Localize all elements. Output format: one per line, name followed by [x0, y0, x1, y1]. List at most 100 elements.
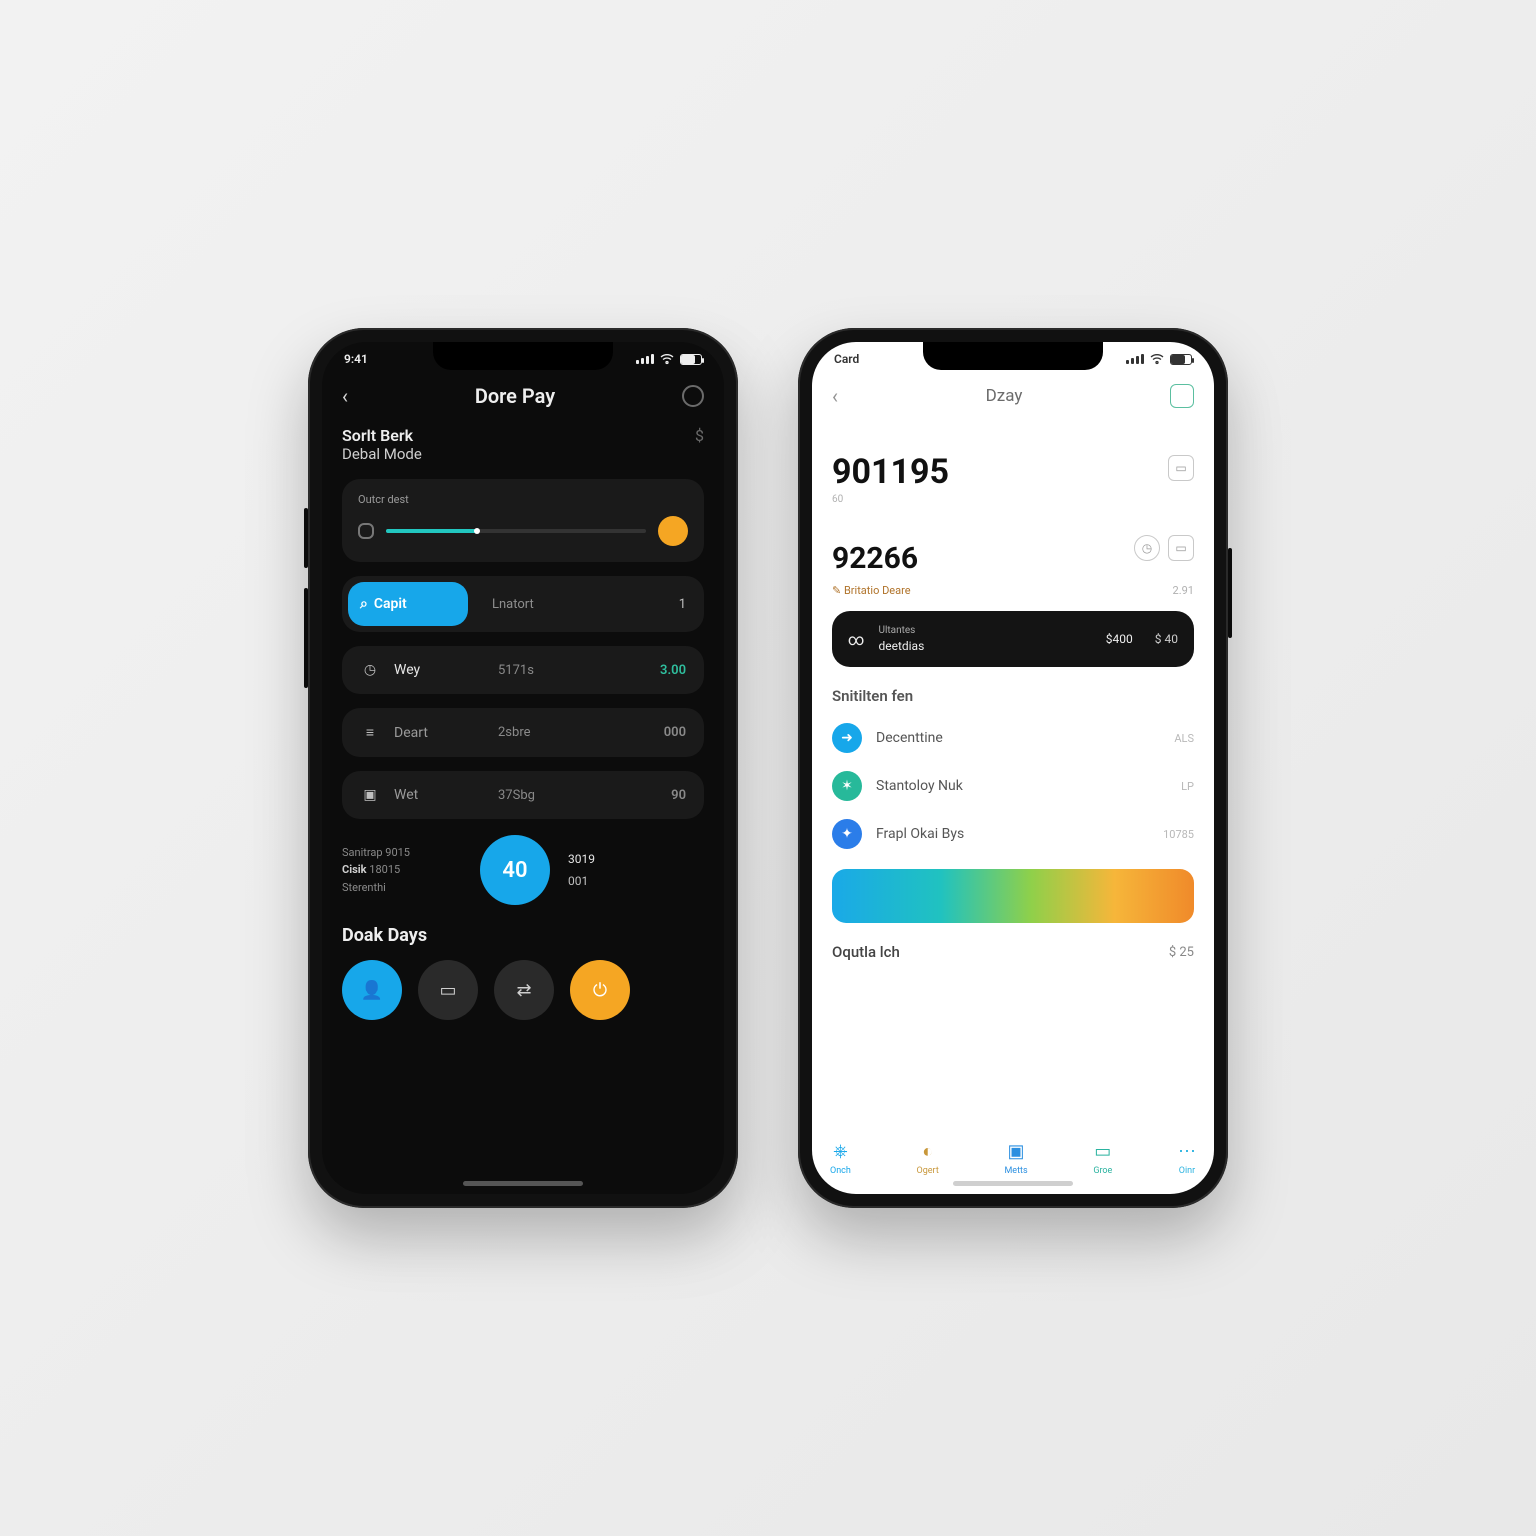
- list-item[interactable]: ➜ Decenttine ALS: [832, 723, 1194, 753]
- clock-icon[interactable]: ◷: [1134, 535, 1160, 561]
- row-value: 000: [664, 725, 686, 740]
- balance-primary-sub: 60: [832, 494, 949, 505]
- gradient-bar[interactable]: [832, 869, 1194, 923]
- item-label: Decenttine: [876, 730, 1160, 746]
- segment-active-label: Capit: [374, 596, 407, 612]
- clock-icon: ◷: [360, 662, 380, 678]
- metrics-line: Cisik: [342, 863, 367, 876]
- segment-active[interactable]: ⌕ Capit: [348, 582, 468, 626]
- sub-caption: ✎ Britatio Deare: [832, 584, 911, 597]
- settings-icon[interactable]: [1170, 384, 1194, 408]
- item-label: Stantoloy Nuk: [876, 778, 1167, 794]
- metrics-line: Sanitrap 9015: [342, 844, 462, 862]
- card-amount: $ 40: [1155, 632, 1178, 646]
- card-top-label: Ultantes: [878, 625, 924, 636]
- balance-secondary: 92266: [832, 541, 918, 576]
- back-icon[interactable]: ‹: [832, 384, 838, 408]
- segmented-control: ⌕ Capit Lnatort 1: [342, 576, 704, 632]
- phone-dark: 9:41 ‹ Dore Pay Sorlt Berk Debal Mode $: [308, 328, 738, 1208]
- slider-label: Outcr dest: [358, 493, 688, 506]
- section-title: Snitilten fen: [832, 687, 1194, 705]
- metric-bubble[interactable]: 40: [480, 835, 550, 905]
- tab-more[interactable]: ⋯Oinr: [1178, 1141, 1196, 1176]
- home-indicator[interactable]: [953, 1181, 1073, 1186]
- card-icon[interactable]: ▭: [1168, 455, 1194, 481]
- slider-card: Outcr dest: [342, 479, 704, 562]
- quick-btn-profile[interactable]: 👤: [342, 960, 402, 1020]
- quick-btn-card[interactable]: ▭: [418, 960, 478, 1020]
- menu-icon: ≡: [360, 724, 380, 741]
- metrics-line: 18015: [369, 863, 400, 876]
- tab-wallet[interactable]: ◐Ogert: [917, 1141, 939, 1176]
- tab-stats[interactable]: ▣Metts: [1004, 1141, 1027, 1176]
- card-icon[interactable]: ▭: [1168, 535, 1194, 561]
- list-row-1[interactable]: ◷ Wey 5171s 3.00: [342, 646, 704, 694]
- item-icon: ✦: [832, 819, 862, 849]
- status-time: Card: [834, 352, 859, 366]
- signal-icon: [636, 354, 654, 364]
- overview-row[interactable]: Oqutla lch $ 25: [832, 943, 1194, 961]
- list-item[interactable]: ✦ Frapl Okai Bys 10785: [832, 819, 1194, 849]
- slider-end-icon[interactable]: [658, 516, 688, 546]
- battery-icon: [1170, 354, 1192, 365]
- list-item[interactable]: ✶ Stantoloy Nuk LP: [832, 771, 1194, 801]
- tab-home[interactable]: ⎈Onch: [830, 1141, 851, 1176]
- status-time: 9:41: [344, 352, 368, 366]
- segment-value: 1: [679, 597, 686, 612]
- metric-value: 001: [568, 874, 595, 888]
- row-label: Wey: [394, 662, 484, 678]
- section-title: Doak Days: [342, 925, 704, 946]
- wifi-icon: [660, 354, 674, 365]
- account-name: Sorlt Berk: [342, 426, 422, 445]
- card-amount: $400: [1106, 632, 1133, 646]
- overview-value: $ 25: [1169, 945, 1194, 960]
- row-label: Deart: [394, 725, 484, 741]
- currency-icon[interactable]: $: [695, 426, 704, 445]
- notch: [923, 342, 1103, 370]
- account-mode: Debal Mode: [342, 445, 422, 463]
- row-mid: 2sbre: [498, 725, 650, 740]
- slider[interactable]: [386, 529, 646, 533]
- list-row-3[interactable]: ▣ Wet 37Sbg 90: [342, 771, 704, 819]
- back-icon[interactable]: ‹: [342, 384, 348, 408]
- search-icon: ⌕: [360, 596, 368, 612]
- tab-label: Onch: [830, 1166, 851, 1176]
- item-value: ALS: [1174, 732, 1194, 745]
- notch: [433, 342, 613, 370]
- summary-card[interactable]: ∞ Ultantes deetdias $400 $ 40: [832, 611, 1194, 667]
- row-label: Wet: [394, 787, 484, 803]
- list-row-2[interactable]: ≡ Deart 2sbre 000: [342, 708, 704, 757]
- slider-start-icon: [358, 523, 374, 539]
- item-icon: ✶: [832, 771, 862, 801]
- sub-value: 2.91: [1173, 584, 1194, 597]
- metric-value: 3019: [568, 852, 595, 866]
- item-value: LP: [1181, 780, 1194, 793]
- segment-label[interactable]: Lnatort: [492, 597, 534, 612]
- tab-cards[interactable]: ▭Groe: [1093, 1141, 1112, 1176]
- refresh-icon[interactable]: [682, 385, 704, 407]
- item-label: Frapl Okai Bys: [876, 826, 1149, 842]
- overview-label: Oqutla lch: [832, 943, 900, 961]
- metrics: Sanitrap 9015 Cisik 18015 Sterenthi 40 3…: [342, 835, 704, 905]
- wifi-icon: [1150, 354, 1164, 365]
- row-mid: 5171s: [498, 663, 646, 678]
- signal-icon: [1126, 354, 1144, 364]
- page-title: Dore Pay: [475, 384, 555, 408]
- page-title: Dzay: [986, 386, 1023, 406]
- tab-label: Metts: [1004, 1166, 1027, 1176]
- item-icon: ➜: [832, 723, 862, 753]
- balance-primary: 901195: [832, 452, 949, 492]
- tab-label: Oinr: [1179, 1166, 1195, 1176]
- home-indicator[interactable]: [463, 1181, 583, 1186]
- phone-light: Card ‹ Dzay 901195 60 ▭ 92266: [798, 328, 1228, 1208]
- metrics-line: Sterenthi: [342, 879, 462, 897]
- quick-btn-transfer[interactable]: ⇄: [494, 960, 554, 1020]
- row-value: 90: [671, 788, 686, 803]
- battery-icon: [680, 354, 702, 365]
- quick-btn-power[interactable]: ⏻: [570, 960, 630, 1020]
- tab-bar: ⎈Onch ◐Ogert ▣Metts ▭Groe ⋯Oinr: [812, 1141, 1214, 1176]
- card-bottom-label: deetdias: [878, 639, 924, 653]
- quick-actions: 👤 ▭ ⇄ ⏻: [342, 960, 704, 1020]
- item-value: 10785: [1163, 828, 1194, 841]
- wallet-icon: ▣: [360, 787, 380, 803]
